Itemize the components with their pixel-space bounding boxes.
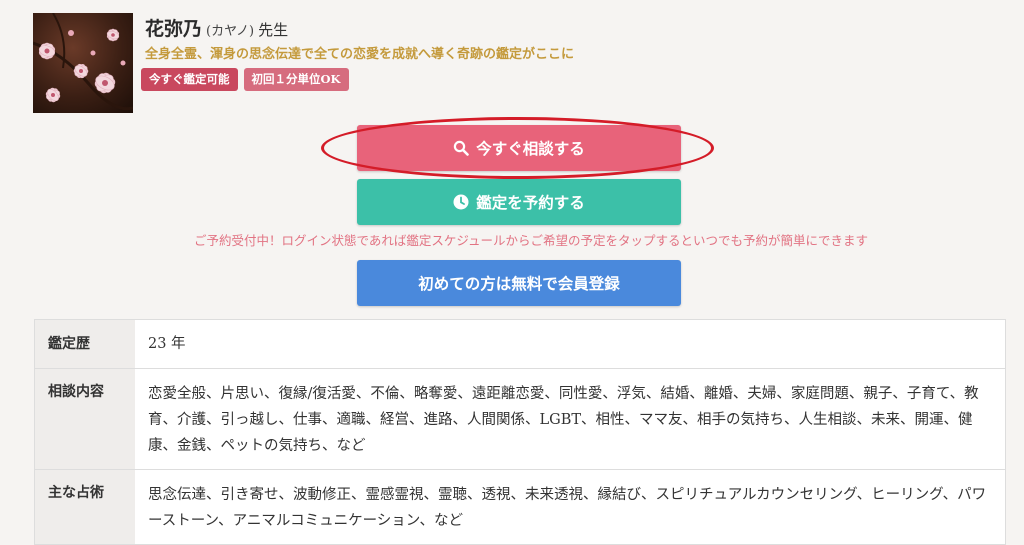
table-row: 相談内容 恋愛全般、片思い、復縁/復活愛、不倫、略奪愛、遠距離恋愛、同性愛、浮気… bbox=[35, 369, 1005, 470]
teacher-name: 花弥乃 bbox=[145, 18, 203, 40]
teacher-kana: (カヤノ) bbox=[206, 24, 255, 39]
teacher-tagline: 全身全霊、渾身の思念伝達で全ての恋愛を成就へ導く奇跡の鑑定がここに bbox=[145, 47, 575, 62]
teacher-name-row: 花弥乃 (カヤノ) 先生 bbox=[145, 14, 288, 40]
row-label-consultation-topics: 相談内容 bbox=[35, 369, 135, 469]
teacher-honorific: 先生 bbox=[258, 21, 289, 39]
row-label-divination-methods: 主な占術 bbox=[35, 470, 135, 544]
reservation-notice: ご予約受付中！ログイン状態であれば鑑定スケジュールからご希望の予定をタップすると… bbox=[193, 233, 868, 248]
available-now-badge: 今すぐ鑑定可能 bbox=[141, 68, 238, 91]
reserve-label: 鑑定を予約する bbox=[476, 193, 585, 212]
table-row: 主な占術 思念伝達、引き寄せ、波動修正、霊感霊視、霊聴、透視、未来透視、縁結び、… bbox=[35, 470, 1005, 544]
cherry-blossom-photo bbox=[33, 13, 133, 111]
register-button[interactable]: 初めての方は無料で会員登録 bbox=[357, 260, 681, 306]
reserve-button[interactable]: 鑑定を予約する bbox=[357, 179, 681, 225]
profile-info-table: 鑑定歴 23 年 相談内容 恋愛全般、片思い、復縁/復活愛、不倫、略奪愛、遠距離… bbox=[34, 319, 1006, 545]
consult-now-label: 今すぐ相談する bbox=[476, 139, 585, 158]
row-value-divination-methods: 思念伝達、引き寄せ、波動修正、霊感霊視、霊聴、透視、未来透視、縁結び、スピリチュ… bbox=[148, 487, 987, 529]
register-label: 初めての方は無料で会員登録 bbox=[418, 274, 620, 293]
first-time-per-minute-badge: 初回１分単位OK bbox=[243, 68, 349, 91]
status-badges: 今すぐ鑑定可能 初回１分単位OK bbox=[141, 68, 349, 91]
teacher-photo bbox=[33, 13, 133, 113]
search-icon bbox=[454, 140, 470, 156]
consult-now-button[interactable]: 今すぐ相談する bbox=[357, 125, 681, 171]
table-row: 鑑定歴 23 年 bbox=[35, 320, 1005, 369]
row-value-experience: 23 年 bbox=[148, 336, 186, 352]
row-label-experience: 鑑定歴 bbox=[35, 320, 135, 368]
row-value-consultation-topics: 恋愛全般、片思い、復縁/復活愛、不倫、略奪愛、遠距離恋愛、同性愛、浮気、結婚、離… bbox=[148, 386, 979, 454]
clock-icon bbox=[453, 194, 469, 210]
